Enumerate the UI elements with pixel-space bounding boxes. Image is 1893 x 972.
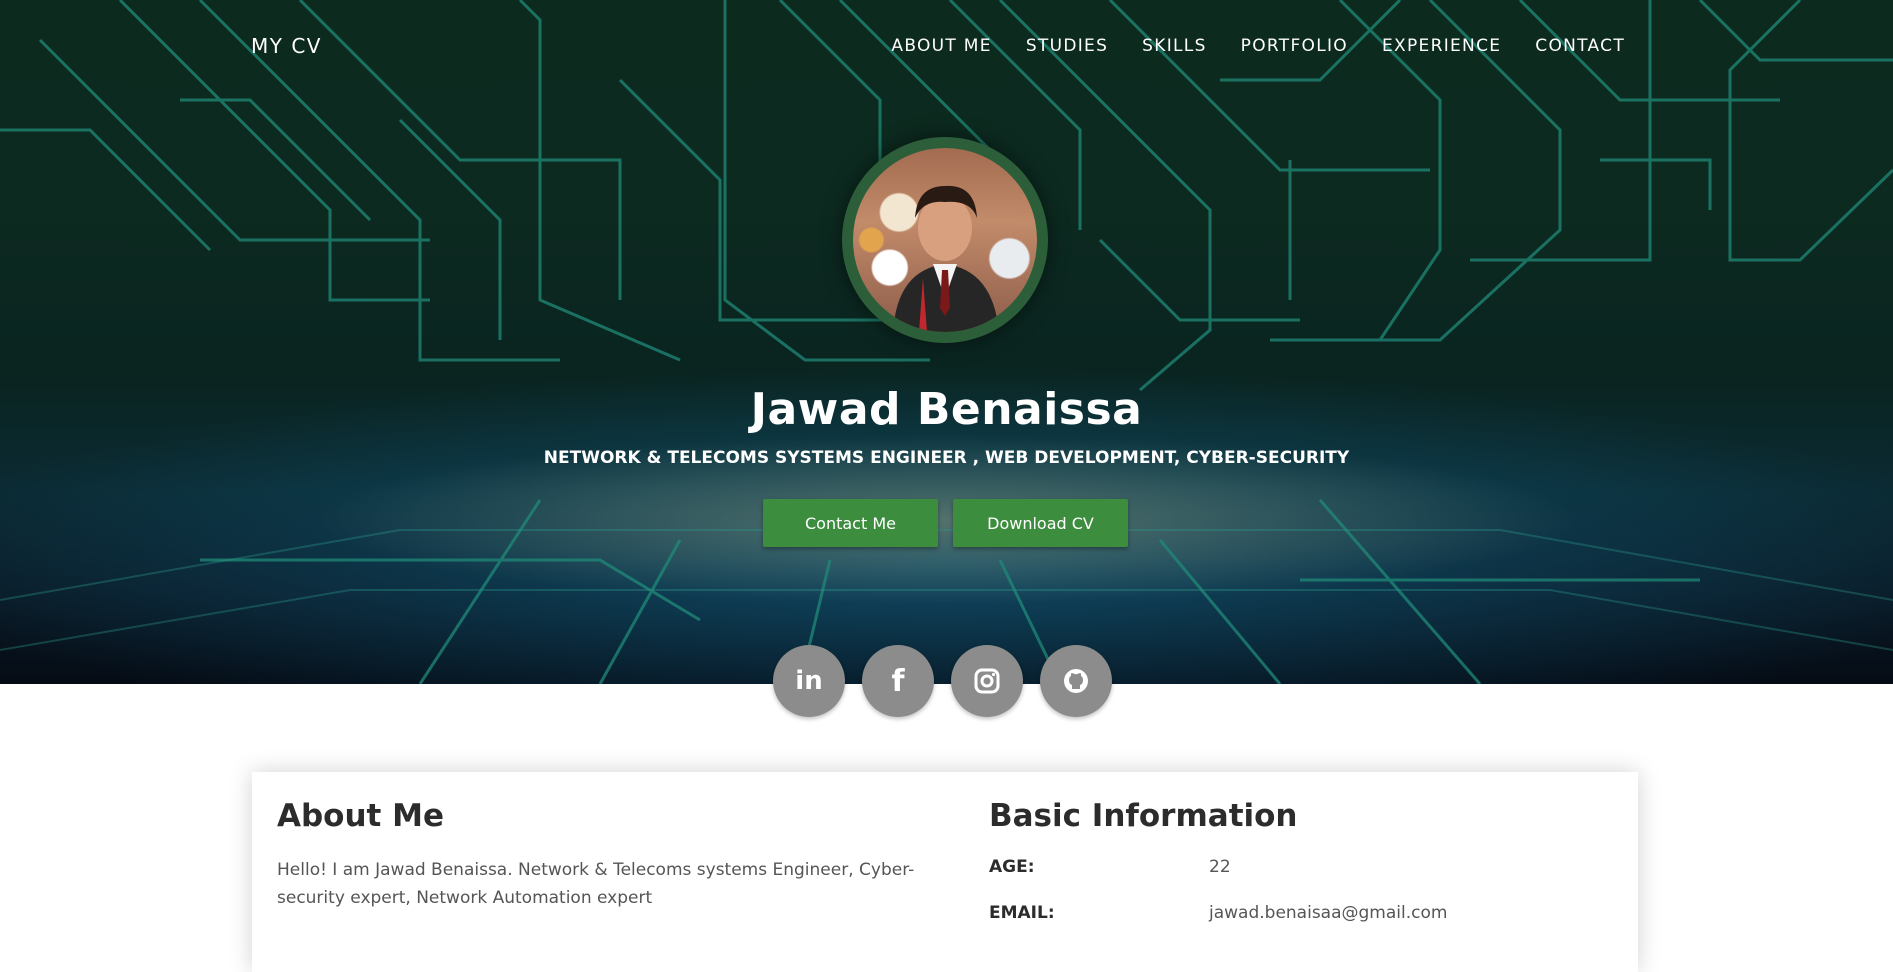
- github-icon: [1064, 669, 1088, 693]
- about-title: About Me: [277, 798, 445, 834]
- info-label: EMAIL:: [989, 903, 1055, 923]
- about-text: Hello! I am Jawad Benaissa. Network & Te…: [277, 860, 915, 908]
- nav-skills[interactable]: SKILLS: [1142, 36, 1207, 56]
- profile-name: Jawad Benaissa: [750, 384, 1143, 435]
- nav-studies[interactable]: STUDIES: [1026, 36, 1108, 56]
- info-row-age: AGE: 22: [989, 844, 1609, 890]
- info-value[interactable]: jawad.benaisaa@gmail.com: [1209, 903, 1447, 923]
- main-nav: ABOUT ME STUDIES SKILLS PORTFOLIO EXPERI…: [891, 36, 1625, 56]
- profile-subtitle: NETWORK & TELECOMS SYSTEMS ENGINEER , WE…: [543, 448, 1350, 468]
- about-section: About Me Hello! I am Jawad Benaissa. Net…: [277, 798, 917, 912]
- facebook-link[interactable]: f: [862, 645, 934, 717]
- avatar-frame: [842, 137, 1048, 343]
- profile-photo: [893, 185, 999, 332]
- facebook-icon: f: [891, 663, 905, 699]
- nav-experience[interactable]: EXPERIENCE: [1382, 36, 1501, 56]
- nav-contact[interactable]: CONTACT: [1535, 36, 1625, 56]
- hero-section: MY CV ABOUT ME STUDIES SKILLS PORTFOLIO …: [0, 0, 1893, 684]
- info-label: AGE:: [989, 857, 1035, 877]
- brand-logo[interactable]: MY CV: [251, 34, 322, 58]
- basic-info-title: Basic Information: [989, 798, 1298, 834]
- contact-me-button[interactable]: Contact Me: [763, 499, 938, 547]
- linkedin-link[interactable]: in: [773, 645, 845, 717]
- avatar: [853, 148, 1037, 332]
- instagram-link[interactable]: [951, 645, 1023, 717]
- nav-portfolio[interactable]: PORTFOLIO: [1241, 36, 1348, 56]
- cta-row: Contact Me Download CV: [763, 499, 1128, 547]
- nav-about-me[interactable]: ABOUT ME: [891, 36, 991, 56]
- basic-info-section: Basic Information AGE: 22 EMAIL: jawad.b…: [989, 798, 1609, 936]
- info-value: 22: [1209, 857, 1231, 877]
- github-link[interactable]: [1040, 645, 1112, 717]
- info-row-email: EMAIL: jawad.benaisaa@gmail.com: [989, 890, 1609, 936]
- download-cv-button[interactable]: Download CV: [953, 499, 1128, 547]
- instagram-icon: [974, 668, 1000, 694]
- about-card: About Me Hello! I am Jawad Benaissa. Net…: [252, 772, 1638, 972]
- linkedin-icon: in: [795, 666, 823, 696]
- social-links: in f: [773, 645, 1112, 717]
